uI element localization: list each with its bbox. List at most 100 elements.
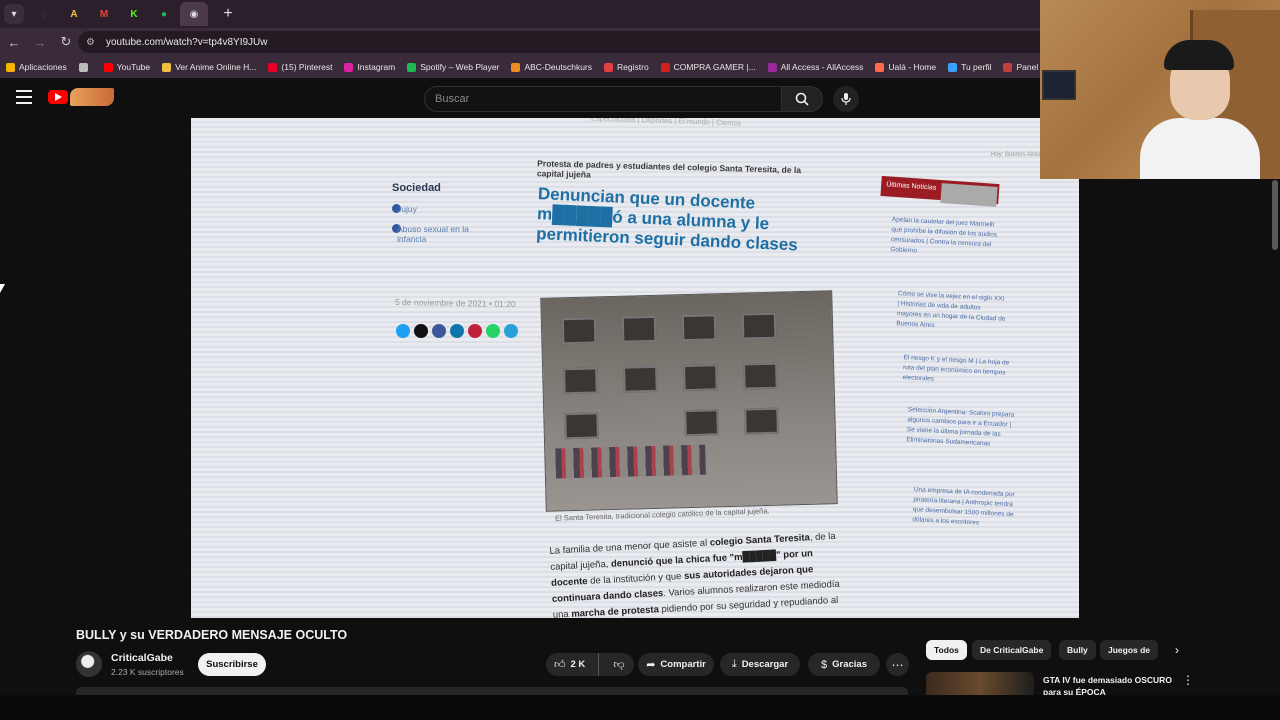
article-side-link: Abuso sexual en la infancia	[397, 224, 469, 244]
article-body: La familia de una menor que asiste al co…	[549, 530, 841, 618]
youtube-doodle-logo[interactable]	[70, 88, 114, 106]
article-date: 5 de noviembre de 2021 • 01:20	[394, 296, 516, 310]
more-actions-icon[interactable]: ⋯	[886, 653, 909, 676]
thumbs-up-icon: 👍︎	[554, 659, 566, 671]
new-tab-button[interactable]: +	[216, 2, 240, 26]
telegram-icon	[504, 324, 518, 338]
chip-bully[interactable]: Bully	[1059, 640, 1096, 660]
thanks-button[interactable]: $ Gracias	[808, 653, 880, 676]
voice-search-button[interactable]	[833, 86, 859, 112]
thumbs-down-icon: 👎︎	[613, 659, 625, 671]
reddit-icon	[468, 324, 482, 338]
share-icons	[396, 324, 518, 338]
bookmark-label: All Access - AllAccess	[780, 62, 864, 72]
video-player[interactable]: Espectáculos | Deportes | El mundo | Cie…	[191, 118, 1079, 618]
share-icon: ➦	[646, 659, 656, 671]
back-icon[interactable]: ←	[2, 30, 26, 54]
chip-from-channel[interactable]: De CriticalGabe	[972, 640, 1052, 660]
bookmark-favicon-icon	[604, 62, 614, 72]
bookmark-favicon-icon	[511, 62, 521, 72]
thanks-label: Gracias	[832, 659, 867, 670]
bookmark-label: Tu perfil	[961, 62, 992, 72]
spotify-tab-icon[interactable]: ●	[150, 2, 178, 26]
right-news-link: Cómo se vive la vejez en el siglo XXI | …	[896, 290, 1006, 330]
audio-tab-icon[interactable]: ◉	[180, 2, 208, 26]
bookmark-item[interactable]: YouTube	[103, 62, 151, 72]
recommendation-title[interactable]: GTA IV fue demasiado OSCURO para su ÉPOC…	[1043, 674, 1183, 696]
right-news-link: Selección Argentina: Scaloni prepara alg…	[906, 406, 1015, 448]
recommendation-thumbnail[interactable]	[926, 672, 1034, 696]
address-bar[interactable]: ⚙ youtube.com/watch?v=tp4v8YI9JUw	[78, 31, 1078, 53]
bookmark-favicon-icon	[78, 62, 88, 72]
x-icon	[414, 324, 428, 338]
bookmark-item[interactable]: All Access - AllAccess	[767, 62, 864, 72]
bookmark-item[interactable]: (15) Pinterest	[268, 62, 332, 72]
kick-tab-icon[interactable]: K	[120, 2, 148, 26]
bookmark-label: Registro	[617, 62, 649, 72]
bookmark-item[interactable]: Aplicaciones	[6, 62, 67, 72]
bookmark-item[interactable]: ABC-Deutschkurs	[511, 62, 592, 72]
site-info-icon[interactable]: ⚙	[86, 37, 102, 48]
bookmark-item[interactable]: Spotify – Web Player	[407, 62, 499, 72]
url-text: youtube.com/watch?v=tp4v8YI9JUw	[106, 36, 268, 48]
webcam-overlay	[1040, 0, 1280, 179]
bookmark-label: ABC-Deutschkurs	[524, 62, 593, 72]
badge-tab	[940, 183, 998, 207]
bookmark-item[interactable]: Instagram	[344, 62, 395, 72]
like-count: 2 K	[570, 659, 586, 670]
whatsapp-icon	[486, 324, 500, 338]
bookmark-label: COMPRA GAMER |...	[673, 62, 756, 72]
search-input[interactable]: Buscar	[424, 86, 782, 112]
bottom-strip	[0, 695, 1280, 720]
chevron-right-icon[interactable]: ›	[1168, 640, 1186, 660]
youtube-masthead: Buscar	[0, 78, 1040, 118]
chip-all[interactable]: Todos	[926, 640, 967, 660]
download-button[interactable]: ⤓ Descargar	[720, 653, 800, 676]
streamer-figure	[1140, 40, 1260, 179]
bookmark-favicon-icon	[407, 62, 417, 72]
description-box[interactable]	[76, 687, 908, 695]
share-button[interactable]: ➦ Compartir	[638, 653, 714, 676]
like-button[interactable]: 👍︎ 2 K	[546, 653, 600, 676]
microphone-icon	[841, 93, 851, 105]
chip-games[interactable]: Juegos de	[1100, 640, 1158, 660]
bookmark-favicon-icon	[660, 62, 670, 72]
youtube-logo[interactable]	[48, 90, 68, 104]
facebook-icon	[432, 324, 446, 338]
article-date-top: Hoy: Buenos Aires	[991, 152, 1041, 158]
forward-icon[interactable]: →	[28, 30, 52, 54]
video-title: BULLY y su VERDADERO MENSAJE OCULTO	[76, 628, 348, 642]
linkedin-icon	[450, 324, 464, 338]
channel-avatar[interactable]	[76, 651, 102, 677]
bookmark-favicon-icon	[875, 62, 885, 72]
empty-tab-icon[interactable]: ◌	[30, 2, 58, 26]
page-scrollbar[interactable]	[1272, 180, 1278, 250]
reload-icon[interactable]: ↻	[54, 30, 78, 54]
dislike-button[interactable]: 👎︎	[604, 658, 634, 671]
right-news-link: El riesgo K y el riesgo M | La hoja de r…	[902, 354, 1010, 383]
bookmark-favicon-icon	[344, 62, 354, 72]
anime-tab-icon[interactable]: A	[60, 2, 88, 26]
search-button[interactable]	[781, 86, 823, 112]
gmail-tab-icon[interactable]: M	[90, 2, 118, 26]
bookmark-item[interactable]: Ver Anime Online H...	[162, 62, 256, 72]
bookmark-label: YouTube	[116, 62, 151, 72]
article-kicker: Protesta de padres y estudiantes del col…	[536, 158, 802, 180]
subscribe-button[interactable]: Suscribirse	[198, 653, 266, 676]
twitter-icon	[396, 324, 410, 338]
more-vert-icon[interactable]: ⋮	[1182, 673, 1194, 687]
like-dislike-group: 👍︎ 2 K 👎︎	[546, 653, 634, 676]
bookmark-item[interactable]: COMPRA GAMER |...	[660, 62, 756, 72]
bookmark-item[interactable]	[78, 62, 92, 72]
bookmark-item[interactable]: Ualá - Home	[875, 62, 936, 72]
bookmark-item[interactable]: Registro	[604, 62, 649, 72]
bookmark-label: (15) Pinterest	[281, 62, 333, 72]
bookmark-label: Aplicaciones	[19, 62, 67, 72]
menu-icon[interactable]	[16, 90, 32, 104]
channel-name[interactable]: CriticalGabe	[111, 652, 173, 664]
bookmark-favicon-icon	[162, 62, 172, 72]
tab-search-button[interactable]: ▾	[4, 4, 24, 24]
article-top-nav: Espectáculos | Deportes | El mundo | Cie…	[590, 118, 742, 128]
subscriber-count: 2.23 K suscriptores	[111, 667, 184, 677]
bookmark-item[interactable]: Tu perfil	[948, 62, 991, 72]
